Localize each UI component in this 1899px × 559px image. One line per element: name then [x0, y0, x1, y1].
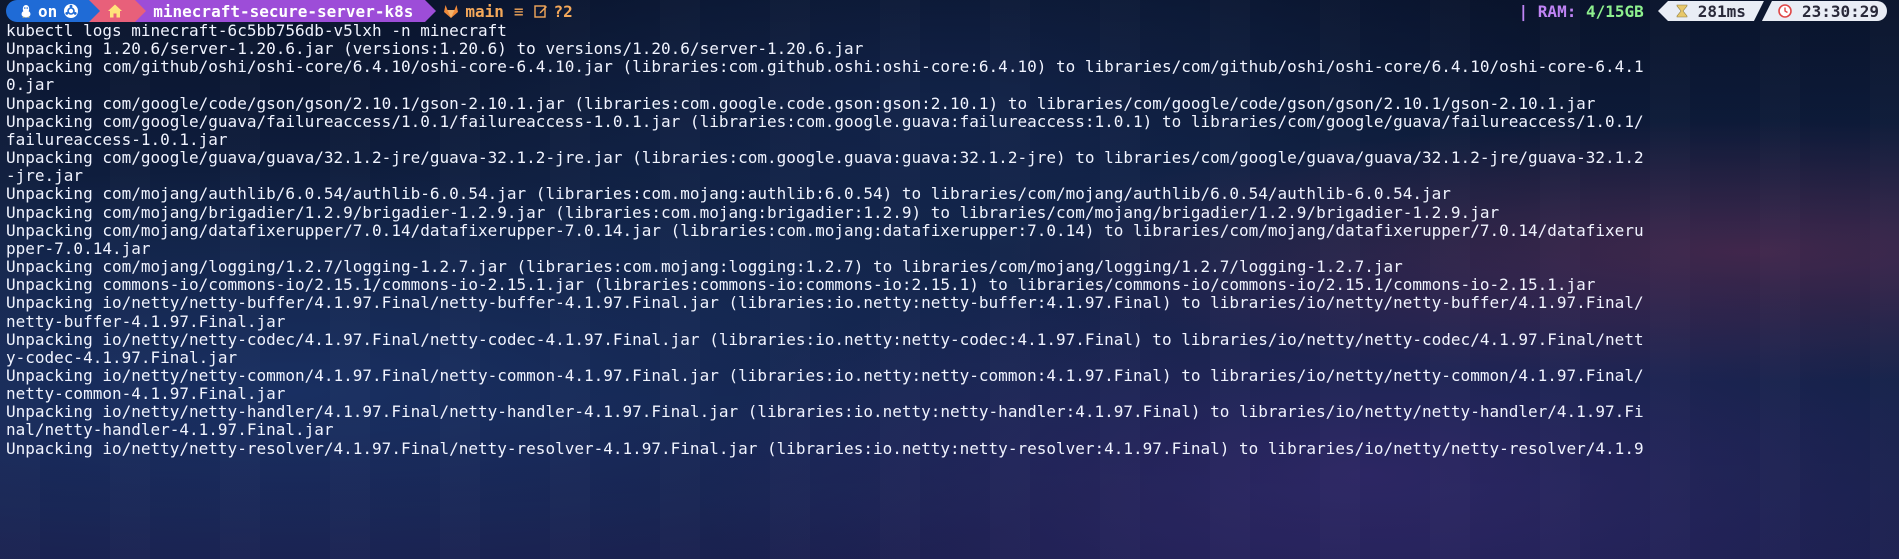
- log-line: netty-buffer-4.1.97.Final.jar: [6, 311, 286, 331]
- prompt-git-segment: main ≡ ?2: [425, 0, 578, 22]
- log-line: -jre.jar: [6, 166, 84, 186]
- log-line: Unpacking 1.20.6/server-1.20.6.jar (vers…: [6, 39, 864, 59]
- log-line: Unpacking io/netty/netty-resolver/4.1.97…: [6, 438, 1644, 458]
- log-line: Unpacking io/netty/netty-buffer/4.1.97.F…: [6, 293, 1644, 313]
- log-line: Unpacking com/mojang/brigadier/1.2.9/bri…: [6, 202, 1500, 222]
- prompt-os-segment: on: [6, 0, 101, 22]
- ram-label: RAM:: [1537, 1, 1577, 21]
- ubuntu-circle-icon: [64, 4, 79, 18]
- git-status-count: ?2: [553, 1, 573, 21]
- clock-value: 23:30:29: [1801, 1, 1879, 21]
- log-line: Unpacking com/google/guava/guava/32.1.2-…: [6, 148, 1644, 168]
- right-status-bar: | RAM: 4/15GB 281ms 23:30:29: [1519, 0, 1887, 22]
- log-line: failureaccess-1.0.1.jar: [6, 129, 228, 149]
- log-line: Unpacking io/netty/netty-common/4.1.97.F…: [6, 365, 1644, 385]
- linux-tux-icon: [21, 5, 31, 18]
- duration-value: 281ms: [1697, 1, 1746, 21]
- log-line: Unpacking com/mojang/datafixerupper/7.0.…: [6, 220, 1644, 240]
- log-line: 0.jar: [6, 75, 55, 95]
- log-output: Unpacking 1.20.6/server-1.20.6.jar (vers…: [6, 40, 1893, 458]
- log-line: Unpacking com/mojang/authlib/6.0.54/auth…: [6, 184, 1451, 204]
- log-line: pper-7.0.14.jar: [6, 238, 151, 258]
- hourglass-icon: [1676, 4, 1688, 18]
- git-branch-name: main: [465, 1, 504, 21]
- prompt-directory-segment: minecraft-secure-server-k8s: [135, 0, 437, 22]
- prompt-bar: on minecraft-secure-server-k8s main ≡ ?2…: [6, 0, 1893, 22]
- git-separator: ≡: [513, 1, 524, 21]
- log-line: Unpacking io/netty/netty-handler/4.1.97.…: [6, 402, 1644, 422]
- prompt-os-label: on: [38, 1, 58, 21]
- house-icon: [108, 4, 123, 18]
- ram-value: 4/15GB: [1585, 1, 1644, 21]
- ram-indicator: | RAM: 4/15GB: [1519, 2, 1644, 21]
- log-line: y-codec-4.1.97.Final.jar: [6, 347, 238, 367]
- duration-pill: 281ms: [1668, 1, 1764, 21]
- pill-start-cap: [1657, 1, 1668, 21]
- terminal-window[interactable]: on minecraft-secure-server-k8s main ≡ ?2…: [0, 0, 1899, 458]
- prompt-directory: minecraft-secure-server-k8s: [153, 1, 414, 21]
- log-line: Unpacking io/netty/netty-codec/4.1.97.Fi…: [6, 329, 1644, 349]
- status-separator: |: [1518, 1, 1529, 21]
- log-line: Unpacking com/mojang/logging/1.2.7/loggi…: [6, 257, 1403, 277]
- command-line: kubectl logs minecraft-6c5bb756db-v5lxh …: [6, 21, 507, 40]
- log-line: Unpacking commons-io/commons-io/2.15.1/c…: [6, 275, 1596, 295]
- log-line: Unpacking com/google/guava/failureaccess…: [6, 111, 1644, 131]
- clock-icon: [1778, 4, 1792, 18]
- edit-icon: [533, 5, 547, 18]
- log-line: netty-common-4.1.97.Final.jar: [6, 384, 286, 404]
- clock-pill: 23:30:29: [1761, 1, 1887, 21]
- gitlab-fox-icon: [444, 5, 459, 18]
- log-line: Unpacking com/google/code/gson/gson/2.10…: [6, 93, 1596, 113]
- log-line: Unpacking com/github/oshi/oshi-core/6.4.…: [6, 57, 1644, 77]
- log-line: nal/netty-handler-4.1.97.Final.jar: [6, 420, 334, 440]
